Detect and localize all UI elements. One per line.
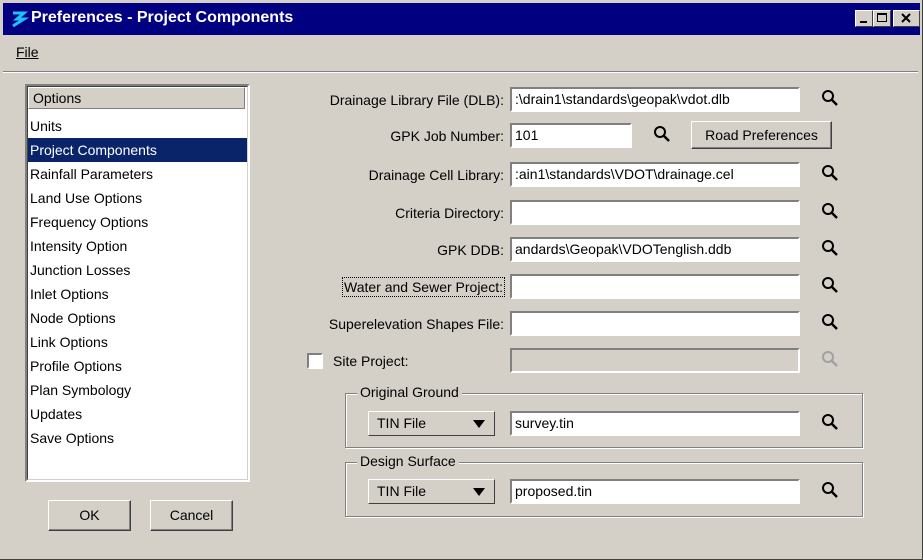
site-project-label: Site Project: <box>333 353 409 369</box>
options-list-header: Options <box>28 87 245 109</box>
design-surface-type-value: TIN File <box>377 483 426 499</box>
browse-water-sewer-icon[interactable] <box>820 275 840 295</box>
water-sewer-project-label: Water and Sewer Project: <box>342 277 505 297</box>
browse-site-project-icon <box>822 351 838 367</box>
list-item-link-options[interactable]: Link Options <box>28 330 247 354</box>
drainage-cell-library-field[interactable]: :ain1\standards\VDOT\drainage.cel <box>510 162 800 187</box>
menu-file[interactable]: File <box>13 42 42 62</box>
list-item-save-options[interactable]: Save Options <box>28 426 247 450</box>
maximize-icon <box>877 13 887 22</box>
list-item-node-options[interactable]: Node Options <box>28 306 247 330</box>
drainage-library-field[interactable]: :\drain1\standards\geopak\vdot.dlb <box>510 87 800 112</box>
minimize-button[interactable] <box>855 10 873 27</box>
close-icon <box>901 13 911 23</box>
gpk-job-number-field[interactable]: 101 <box>510 123 632 148</box>
minimize-icon <box>860 21 867 23</box>
original-ground-type-value: TIN File <box>377 415 426 431</box>
browse-criteria-directory-icon[interactable] <box>820 201 840 221</box>
road-preferences-button[interactable]: Road Preferences <box>691 121 832 149</box>
cancel-button[interactable]: Cancel <box>150 500 233 531</box>
list-item-land-use-options[interactable]: Land Use Options <box>28 186 247 210</box>
maximize-button[interactable] <box>873 10 891 27</box>
list-item-inlet-options[interactable]: Inlet Options <box>28 282 247 306</box>
browse-drainage-library-icon[interactable] <box>820 88 840 108</box>
superelevation-shapes-label: Superelevation Shapes File: <box>328 316 504 332</box>
site-project-field <box>510 348 800 373</box>
design-surface-file-field[interactable]: proposed.tin <box>510 479 800 504</box>
drainage-library-label: Drainage Library File (DLB): <box>329 92 504 108</box>
list-item-project-components[interactable]: Project Components <box>28 138 247 162</box>
list-item-plan-symbology[interactable]: Plan Symbology <box>28 378 247 402</box>
criteria-directory-field[interactable] <box>510 200 800 225</box>
design-surface-type-dropdown[interactable]: TIN File <box>368 479 495 504</box>
design-surface-title: Design Surface <box>357 453 459 469</box>
list-item-intensity-option[interactable]: Intensity Option <box>28 234 247 258</box>
gpk-job-number-label: GPK Job Number: <box>390 128 504 144</box>
list-item-rainfall-parameters[interactable]: Rainfall Parameters <box>28 162 247 186</box>
list-item-frequency-options[interactable]: Frequency Options <box>28 210 247 234</box>
browse-original-ground-icon[interactable] <box>820 412 840 432</box>
criteria-directory-label: Criteria Directory: <box>395 205 504 221</box>
menu-separator-highlight <box>3 72 918 73</box>
down-triangle-icon <box>473 488 485 496</box>
list-item-profile-options[interactable]: Profile Options <box>28 354 247 378</box>
gpk-ddb-label: GPK DDB: <box>437 242 504 258</box>
list-item-updates[interactable]: Updates <box>28 402 247 426</box>
ok-button[interactable]: OK <box>48 500 131 531</box>
title-bar[interactable]: Preferences - Project Components <box>3 3 920 35</box>
browse-superelevation-icon[interactable] <box>820 312 840 332</box>
original-ground-type-dropdown[interactable]: TIN File <box>368 411 495 436</box>
original-ground-file-field[interactable]: survey.tin <box>510 411 800 436</box>
water-sewer-project-field[interactable] <box>510 274 800 299</box>
list-item-units[interactable]: Units <box>28 114 247 138</box>
browse-drainage-cell-icon[interactable] <box>820 163 840 183</box>
preferences-window: Preferences - Project Components File Op… <box>0 0 923 560</box>
original-ground-title: Original Ground <box>357 384 462 400</box>
site-project-checkbox[interactable] <box>307 353 323 369</box>
menu-bar: File <box>3 37 920 69</box>
browse-gpk-ddb-icon[interactable] <box>820 238 840 258</box>
down-triangle-icon <box>473 420 485 428</box>
browse-design-surface-icon[interactable] <box>820 480 840 500</box>
superelevation-shapes-field[interactable] <box>510 311 800 336</box>
options-list[interactable]: Options Units Project Components Rainfal… <box>25 84 250 482</box>
drainage-cell-library-label: Drainage Cell Library: <box>368 167 504 183</box>
browse-gpk-job-icon[interactable] <box>652 124 672 144</box>
gpk-ddb-field[interactable]: andards\Geopak\VDOTenglish.ddb <box>510 237 800 262</box>
window-title: Preferences - Project Components <box>31 9 294 26</box>
geopak-logo-icon <box>9 9 29 29</box>
list-item-junction-losses[interactable]: Junction Losses <box>28 258 247 282</box>
close-button[interactable] <box>893 10 920 27</box>
